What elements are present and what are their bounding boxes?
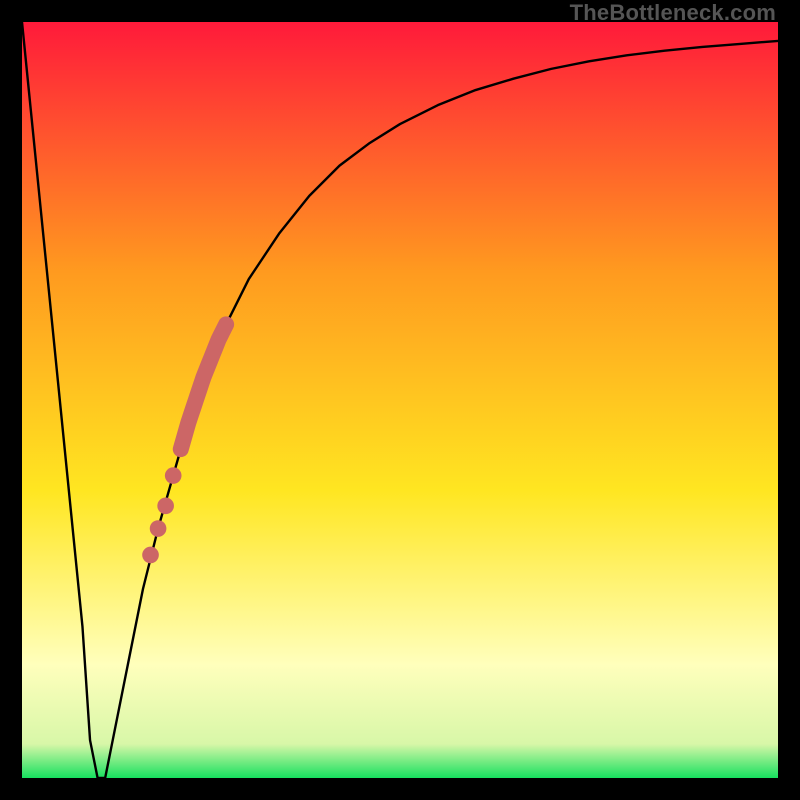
bottleneck-chart bbox=[22, 22, 778, 778]
marker-dot bbox=[150, 520, 167, 537]
plot-area bbox=[22, 22, 778, 778]
marker-dot bbox=[165, 467, 182, 484]
chart-frame: TheBottleneck.com bbox=[0, 0, 800, 800]
marker-dot bbox=[157, 498, 174, 515]
gradient-background bbox=[22, 22, 778, 778]
marker-dot bbox=[142, 547, 159, 564]
